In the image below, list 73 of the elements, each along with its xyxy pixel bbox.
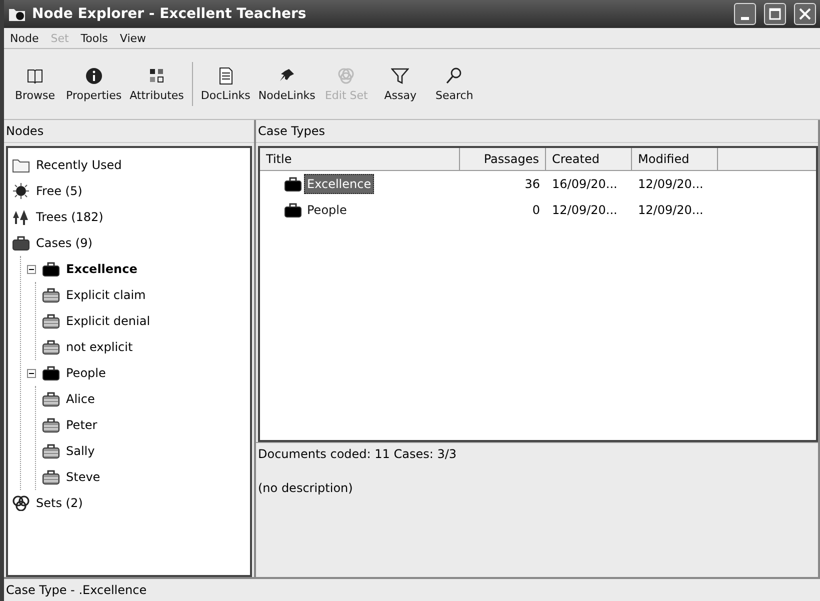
toolbar-button[interactable]: Search [427, 64, 482, 104]
briefcase-outline-icon [42, 469, 60, 485]
tree-item[interactable]: Sally [42, 438, 246, 464]
menu-item[interactable]: Node [10, 32, 39, 44]
briefcase-outline-icon [42, 417, 60, 433]
tree-item[interactable]: Cases (9) [12, 230, 246, 256]
minimize-icon [741, 16, 749, 20]
tree-item[interactable]: not explicit [42, 334, 246, 360]
tree-item[interactable]: Recently Used [12, 152, 246, 178]
search-icon [445, 66, 464, 84]
tree-item[interactable]: Steve [42, 464, 246, 490]
description-text: (no description) [258, 481, 354, 495]
table-cell-text: 12/09/20... [551, 203, 618, 217]
menu-item[interactable]: Tools [80, 32, 108, 44]
column-header[interactable]: Created [546, 148, 632, 170]
table-cell-text: 36 [524, 177, 541, 191]
maximize-button[interactable] [764, 3, 786, 25]
briefcase-outline-icon [42, 313, 60, 329]
circles-icon [337, 66, 356, 84]
briefcase-icon [12, 235, 30, 251]
book-icon [26, 66, 44, 84]
tree-item[interactable]: People [27, 360, 246, 386]
table-cell-text: 12/09/20... [637, 203, 704, 217]
folder-icon [8, 6, 26, 22]
tree-item[interactable]: Excellence [27, 256, 246, 282]
close-button[interactable] [794, 3, 816, 25]
folder-icon [12, 157, 30, 173]
table-cell-text: 12/09/20... [637, 177, 704, 191]
tree-item[interactable]: Explicit denial [42, 308, 246, 334]
toolbar-button[interactable]: DocLinks [196, 64, 254, 104]
tree-item[interactable]: Free (5) [12, 178, 246, 204]
maximize-icon [769, 8, 781, 20]
close-icon [799, 8, 811, 20]
tree-item[interactable]: Alice [42, 386, 246, 412]
briefcase-outline-icon [42, 443, 60, 459]
toolbar-button[interactable]: Browse [8, 64, 62, 104]
toolbar-button[interactable]: Properties [62, 64, 126, 104]
pane-title: Case Types [256, 120, 818, 143]
trees-icon [12, 209, 30, 225]
tree-item[interactable]: Explicit claim [42, 282, 246, 308]
table-cell[interactable]: People [304, 200, 350, 220]
status-bar: Case Type - .Excellence [4, 577, 820, 601]
menu-item[interactable]: View [120, 32, 146, 44]
tree-item[interactable]: Peter [42, 412, 246, 438]
document-icon [216, 66, 235, 84]
column-header[interactable]: Passages [460, 148, 546, 170]
squares-icon [148, 66, 166, 84]
briefcase-outline-icon [42, 391, 60, 407]
toolbar-button[interactable]: Assay [373, 64, 428, 104]
briefcase-icon [42, 365, 60, 381]
table-cell-text: 0 [531, 203, 541, 217]
toolbar-button[interactable]: NodeLinks [254, 64, 320, 104]
column-header[interactable]: Title [260, 148, 460, 170]
circles-icon [12, 495, 30, 511]
collapse-icon[interactable] [27, 264, 36, 274]
summary-text: Documents coded: 11 Cases: 3/3 [258, 447, 458, 461]
pane-title: Nodes [4, 120, 254, 143]
toolbar-button[interactable]: Attributes [126, 64, 188, 104]
filter-icon [391, 66, 410, 84]
briefcase-icon [284, 176, 302, 192]
briefcase-outline-icon [42, 339, 60, 355]
briefcase-outline-icon [42, 287, 60, 303]
info-icon [84, 66, 103, 84]
window-title: Node Explorer - Excellent Teachers [32, 6, 308, 22]
briefcase-icon [284, 202, 302, 218]
tree-item[interactable]: Sets (2) [12, 490, 246, 516]
minimize-button[interactable] [734, 3, 756, 25]
table-cell-text: 16/09/20... [551, 177, 618, 191]
table-cell[interactable]: Excellence [304, 174, 374, 194]
column-header[interactable]: Modified [632, 148, 718, 170]
collapse-icon[interactable] [27, 368, 36, 378]
briefcase-icon [42, 261, 60, 277]
tree-item[interactable]: Trees (182) [12, 204, 246, 230]
